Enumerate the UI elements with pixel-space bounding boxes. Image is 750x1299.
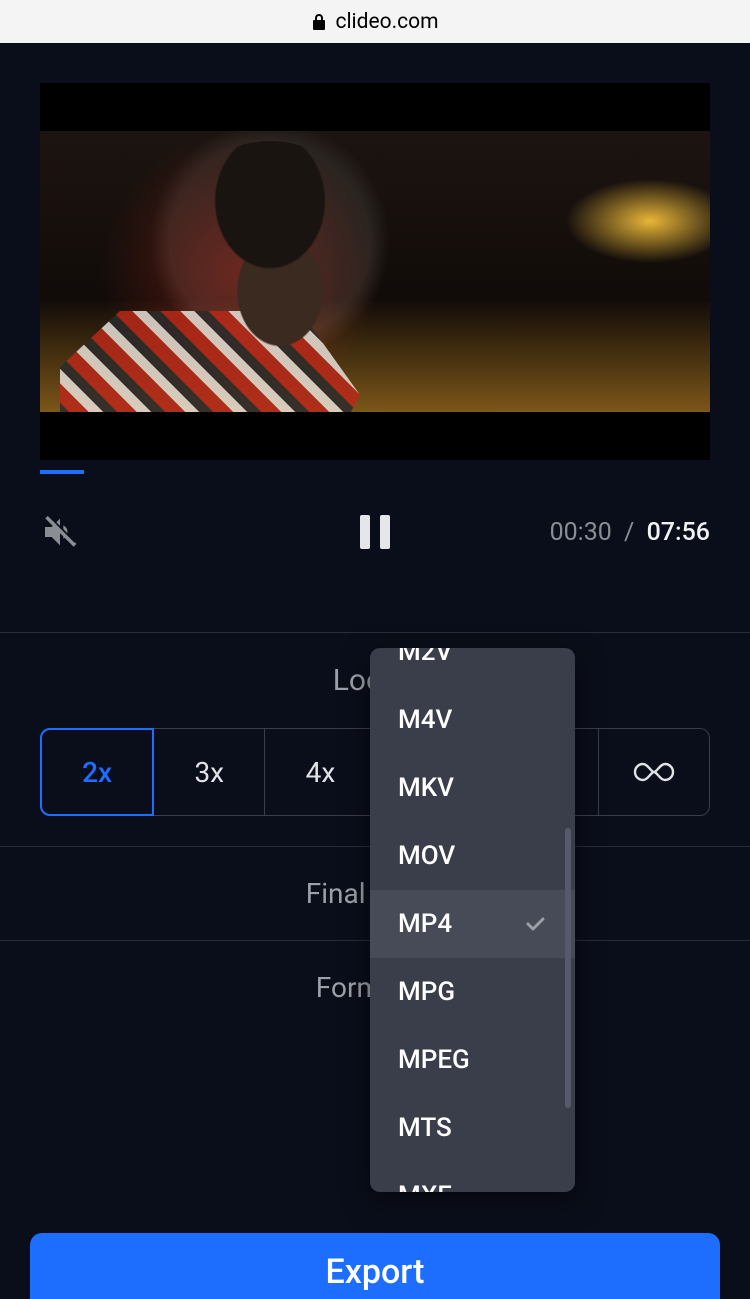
format-option-mov[interactable]: MOV (370, 822, 575, 890)
format-option-mpeg[interactable]: MPEG (370, 1026, 575, 1094)
mute-button[interactable] (40, 512, 80, 552)
pause-bar-icon (380, 515, 390, 549)
infinity-icon (632, 761, 676, 783)
loop-option-4x[interactable]: 4x (265, 728, 376, 816)
video-progress-fill (40, 470, 84, 474)
check-icon (523, 912, 547, 936)
video-player[interactable] (0, 43, 750, 460)
video-content (40, 131, 710, 412)
format-option-mpg[interactable]: MPG (370, 958, 575, 1026)
time-display: 00:30 / 07:56 (550, 518, 710, 547)
browser-domain: clideo.com (335, 10, 438, 34)
loop-option-infinity[interactable] (599, 728, 710, 816)
export-button-label: Export (326, 1252, 425, 1292)
export-button[interactable]: Export (30, 1233, 720, 1299)
loop-option-2x[interactable]: 2x (40, 728, 154, 816)
format-option-m4v[interactable]: M4V (370, 686, 575, 754)
time-total: 07:56 (647, 518, 710, 547)
time-separator: / (624, 518, 634, 547)
pause-button[interactable] (360, 515, 390, 549)
format-option-m2v[interactable]: M2V (370, 648, 575, 686)
lock-icon (311, 13, 327, 31)
loop-option-3x[interactable]: 3x (154, 728, 265, 816)
time-current: 00:30 (550, 518, 612, 547)
format-option-mxf[interactable]: MXF (370, 1162, 575, 1192)
format-dropdown[interactable]: M2V M4V MKV MOV MP4 MPG MPEG MTS MXF (370, 648, 575, 1192)
pause-bar-icon (360, 515, 370, 549)
format-option-mts[interactable]: MTS (370, 1094, 575, 1162)
format-option-mp4[interactable]: MP4 (370, 890, 575, 958)
format-option-mkv[interactable]: MKV (370, 754, 575, 822)
video-progress-track[interactable] (40, 470, 710, 474)
dropdown-scrollbar[interactable] (565, 828, 571, 1108)
browser-address-bar: clideo.com (0, 0, 750, 43)
video-frame[interactable] (40, 83, 710, 460)
